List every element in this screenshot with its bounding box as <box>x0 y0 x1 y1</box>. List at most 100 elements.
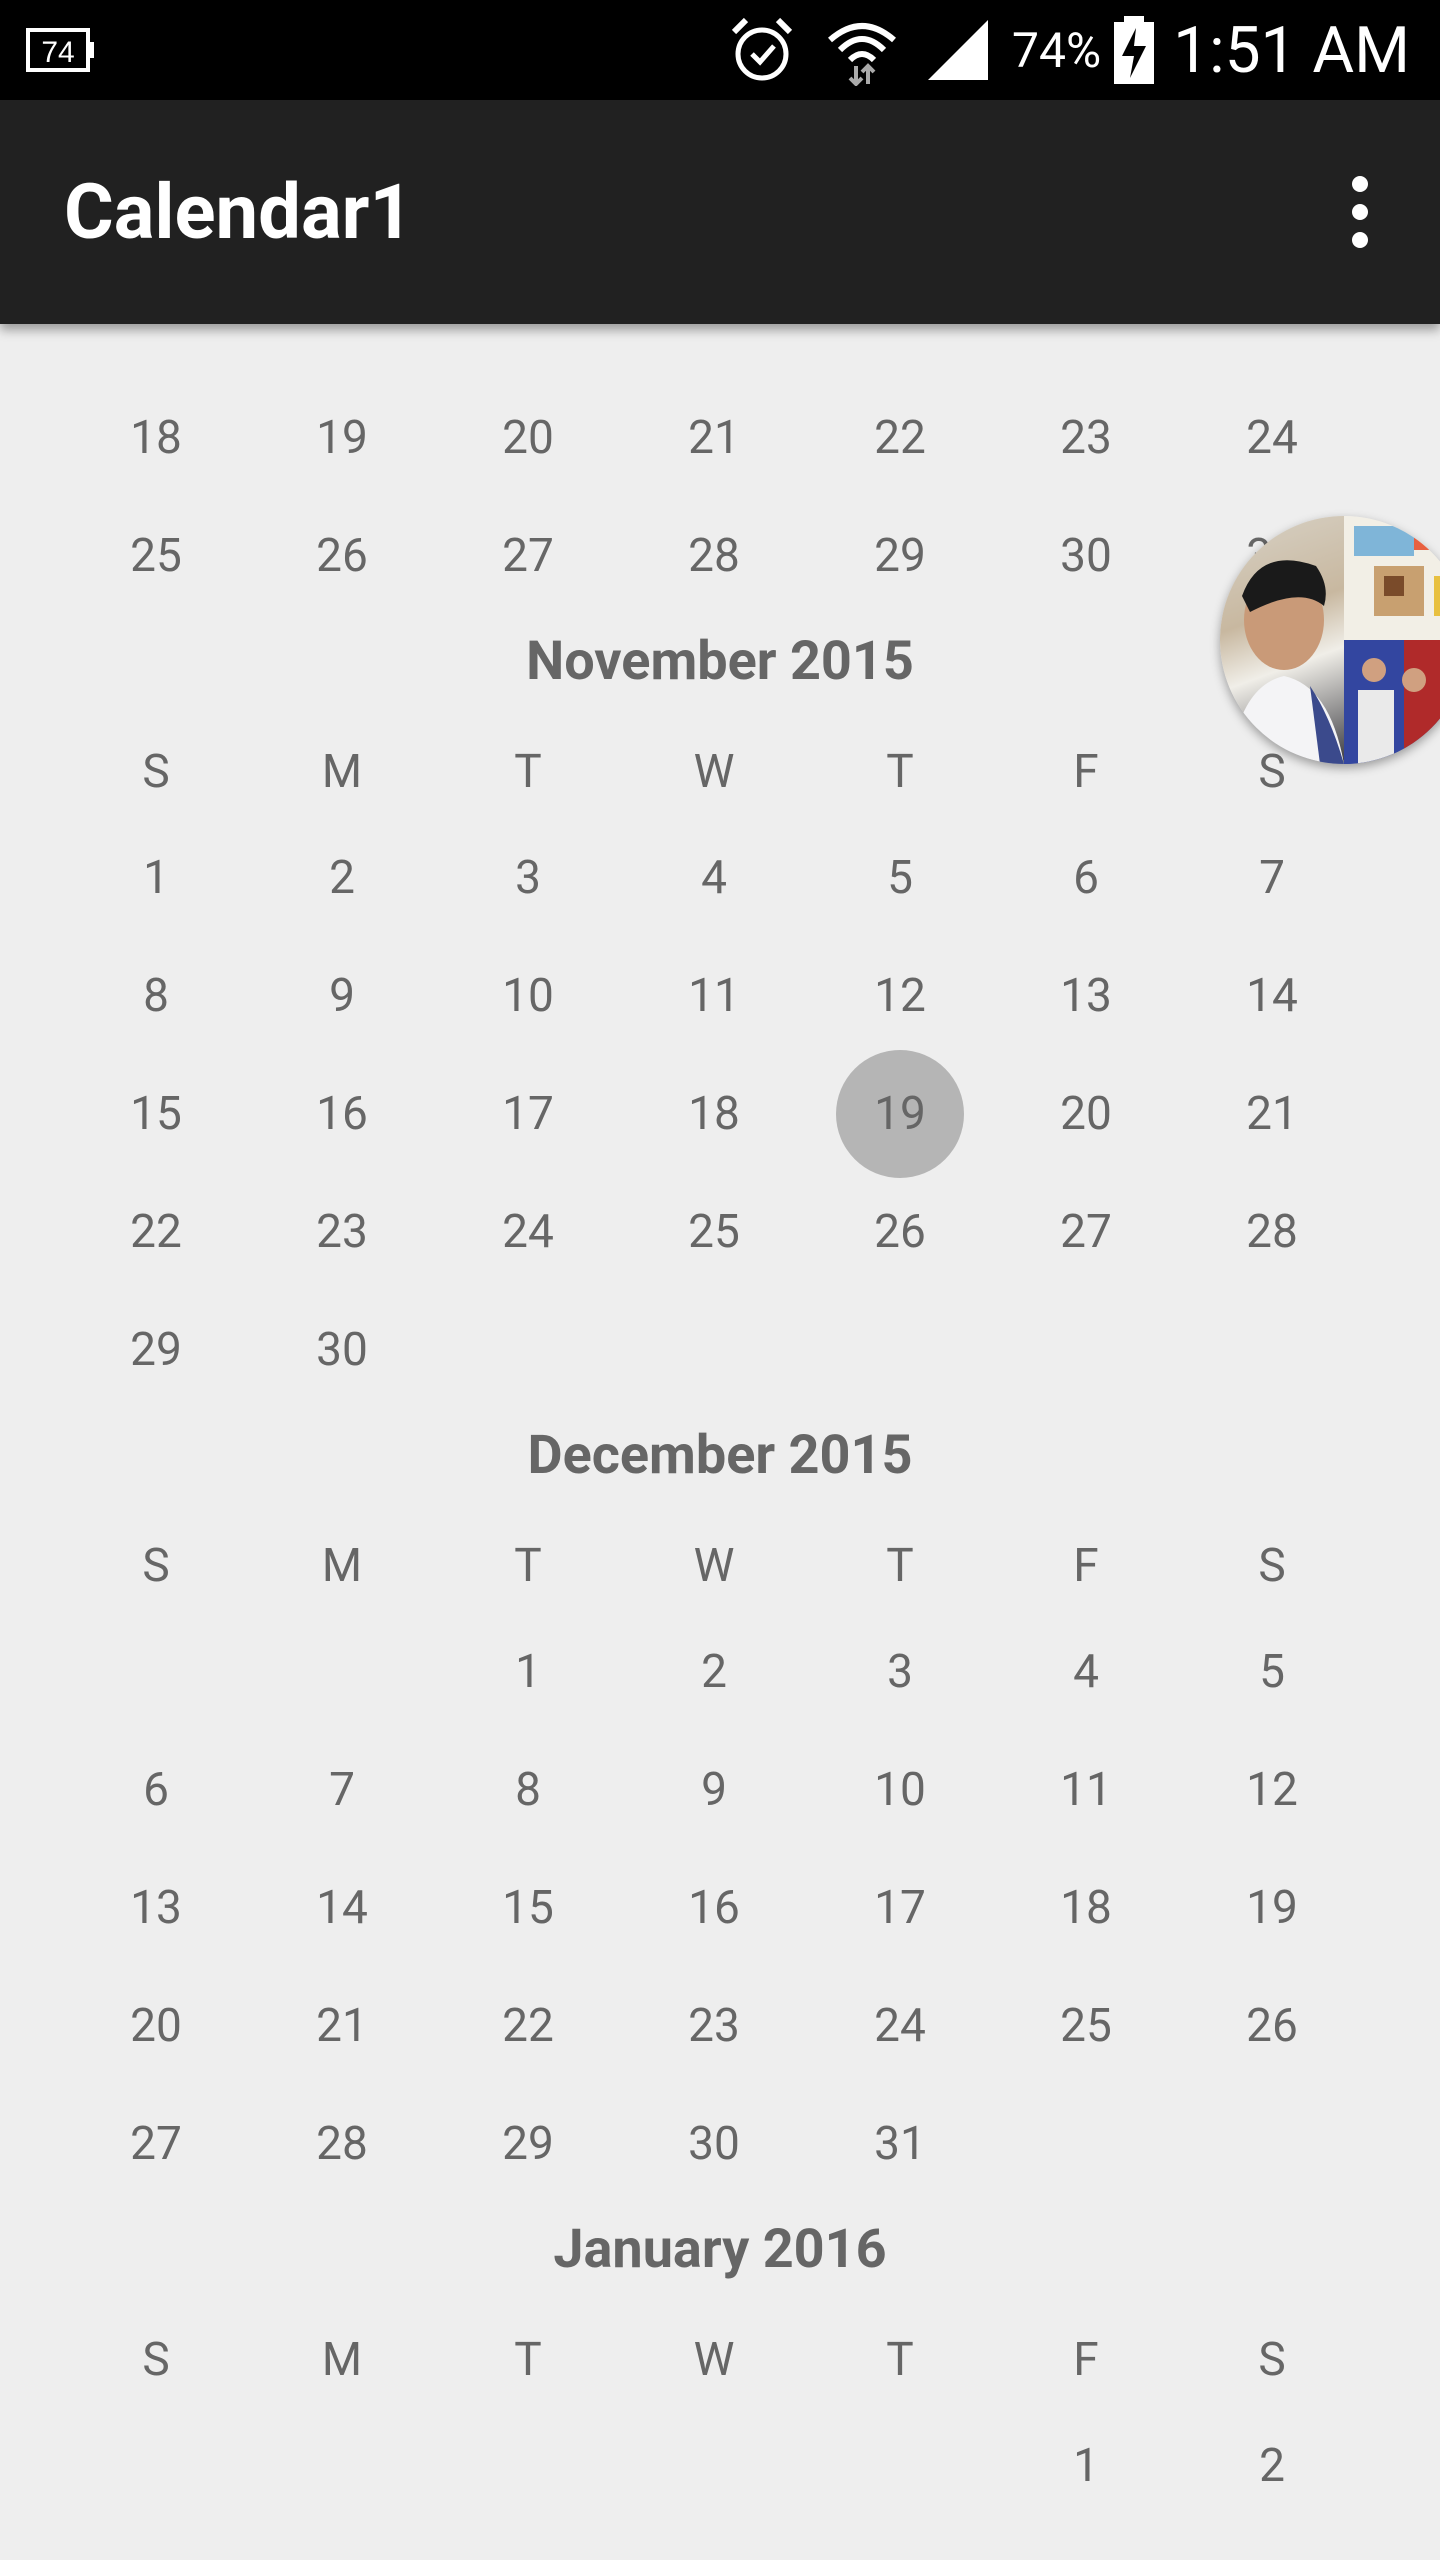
day-cell[interactable]: 1 <box>1026 2426 1146 2506</box>
day-cell[interactable]: 19 <box>282 398 402 478</box>
day-cell[interactable]: 23 <box>1026 398 1146 478</box>
day-cell[interactable]: 30 <box>654 2104 774 2184</box>
day-cell[interactable]: 25 <box>1026 1986 1146 2066</box>
weekday-header: F <box>1073 2333 1099 2387</box>
day-cell[interactable]: 3 <box>468 838 588 918</box>
day-cell[interactable]: 14 <box>1212 956 1332 1036</box>
day-cell[interactable]: 23 <box>282 1192 402 1272</box>
more-vert-icon-dot <box>1352 232 1368 248</box>
more-options-button[interactable] <box>1320 172 1400 252</box>
day-cell[interactable]: 18 <box>96 398 216 478</box>
day-cell[interactable]: 11 <box>654 956 774 1036</box>
status-time: 1:51 AM <box>1173 12 1410 88</box>
day-cell[interactable]: 15 <box>468 1868 588 1948</box>
day-cell[interactable]: 24 <box>468 1192 588 1272</box>
day-cell[interactable]: 14 <box>282 1868 402 1948</box>
day-cell[interactable]: 29 <box>96 1310 216 1390</box>
day-cell[interactable]: 10 <box>468 956 588 1036</box>
day-cell[interactable]: 2 <box>282 838 402 918</box>
day-cell[interactable]: 4 <box>654 838 774 918</box>
weekday-header: M <box>321 2333 363 2387</box>
day-cell[interactable]: 22 <box>468 1986 588 2066</box>
day-cell[interactable]: 13 <box>1026 956 1146 1036</box>
notification-icon: 74 <box>24 0 96 100</box>
day-cell[interactable]: 5 <box>840 838 960 918</box>
day-cell[interactable]: 16 <box>282 1074 402 1154</box>
day-cell[interactable]: 19 <box>840 1074 960 1154</box>
day-cell[interactable]: 10 <box>840 1750 960 1830</box>
month-title: January 2016 <box>553 2218 887 2281</box>
day-cell[interactable]: 30 <box>1026 516 1146 596</box>
day-cell[interactable]: 28 <box>282 2104 402 2184</box>
day-cell[interactable]: 16 <box>654 1868 774 1948</box>
day-cell[interactable]: 17 <box>840 1868 960 1948</box>
day-cell[interactable]: 27 <box>1026 1192 1146 1272</box>
day-cell[interactable]: 1 <box>96 838 216 918</box>
day-cell[interactable]: 8 <box>96 956 216 1036</box>
day-cell[interactable]: 7 <box>282 1750 402 1830</box>
weekday-header: T <box>514 1539 542 1593</box>
day-cell[interactable]: 23 <box>654 1986 774 2066</box>
day-cell[interactable]: 20 <box>96 1986 216 2066</box>
day-cell[interactable]: 26 <box>840 1192 960 1272</box>
weekday-header: M <box>321 745 363 799</box>
day-cell[interactable]: 4 <box>1026 1632 1146 1712</box>
app-bar: Calendar1 <box>0 100 1440 324</box>
day-cell[interactable]: 22 <box>96 1192 216 1272</box>
day-cell[interactable]: 22 <box>840 398 960 478</box>
day-cell[interactable]: 2 <box>1212 2426 1332 2506</box>
wifi-icon <box>826 0 898 100</box>
day-cell[interactable]: 8 <box>468 1750 588 1830</box>
day-cell[interactable]: 26 <box>282 516 402 596</box>
day-cell[interactable]: 7 <box>1212 838 1332 918</box>
day-cell[interactable]: 27 <box>468 516 588 596</box>
day-cell[interactable]: 11 <box>1026 1750 1146 1830</box>
day-cell[interactable]: 27 <box>96 2104 216 2184</box>
day-cell[interactable]: 28 <box>1212 1192 1332 1272</box>
day-cell[interactable]: 30 <box>282 1310 402 1390</box>
day-cell[interactable]: 25 <box>96 516 216 596</box>
day-cell[interactable]: 20 <box>1026 1074 1146 1154</box>
day-cell[interactable]: 24 <box>840 1986 960 2066</box>
day-cell[interactable]: 28 <box>654 516 774 596</box>
weekday-header: T <box>514 2333 542 2387</box>
day-cell[interactable]: 29 <box>840 516 960 596</box>
battery-percent: 74% <box>1012 21 1102 79</box>
day-cell[interactable]: 6 <box>1026 838 1146 918</box>
app-title: Calendar1 <box>64 167 414 257</box>
day-cell[interactable]: 1 <box>468 1632 588 1712</box>
day-cell[interactable]: 12 <box>840 956 960 1036</box>
day-cell[interactable]: 12 <box>1212 1750 1332 1830</box>
chat-head-avatar[interactable] <box>1220 516 1440 764</box>
day-cell[interactable]: 20 <box>468 398 588 478</box>
day-cell[interactable]: 3 <box>840 1632 960 1712</box>
weekday-header: T <box>886 745 914 799</box>
weekday-header: M <box>321 1539 363 1593</box>
day-cell[interactable]: 29 <box>468 2104 588 2184</box>
day-cell[interactable]: 9 <box>282 956 402 1036</box>
day-cell[interactable]: 9 <box>654 1750 774 1830</box>
day-cell[interactable]: 25 <box>654 1192 774 1272</box>
day-cell[interactable]: 13 <box>96 1868 216 1948</box>
weekday-header: W <box>693 2333 735 2387</box>
day-cell[interactable]: 19 <box>1212 1868 1332 1948</box>
weekday-header: T <box>514 745 542 799</box>
weekday-header: W <box>693 745 735 799</box>
more-vert-icon <box>1352 176 1368 192</box>
weekday-header: S <box>142 2333 170 2387</box>
day-cell[interactable]: 21 <box>1212 1074 1332 1154</box>
weekday-header: F <box>1073 745 1099 799</box>
day-cell[interactable]: 31 <box>840 2104 960 2184</box>
day-cell[interactable]: 21 <box>654 398 774 478</box>
day-cell[interactable]: 17 <box>468 1074 588 1154</box>
day-cell[interactable]: 5 <box>1212 1632 1332 1712</box>
day-cell[interactable]: 18 <box>654 1074 774 1154</box>
weekday-header: W <box>693 1539 735 1593</box>
day-cell[interactable]: 21 <box>282 1986 402 2066</box>
day-cell[interactable]: 18 <box>1026 1868 1146 1948</box>
day-cell[interactable]: 6 <box>96 1750 216 1830</box>
day-cell[interactable]: 2 <box>654 1632 774 1712</box>
day-cell[interactable]: 24 <box>1212 398 1332 478</box>
day-cell[interactable]: 26 <box>1212 1986 1332 2066</box>
day-cell[interactable]: 15 <box>96 1074 216 1154</box>
